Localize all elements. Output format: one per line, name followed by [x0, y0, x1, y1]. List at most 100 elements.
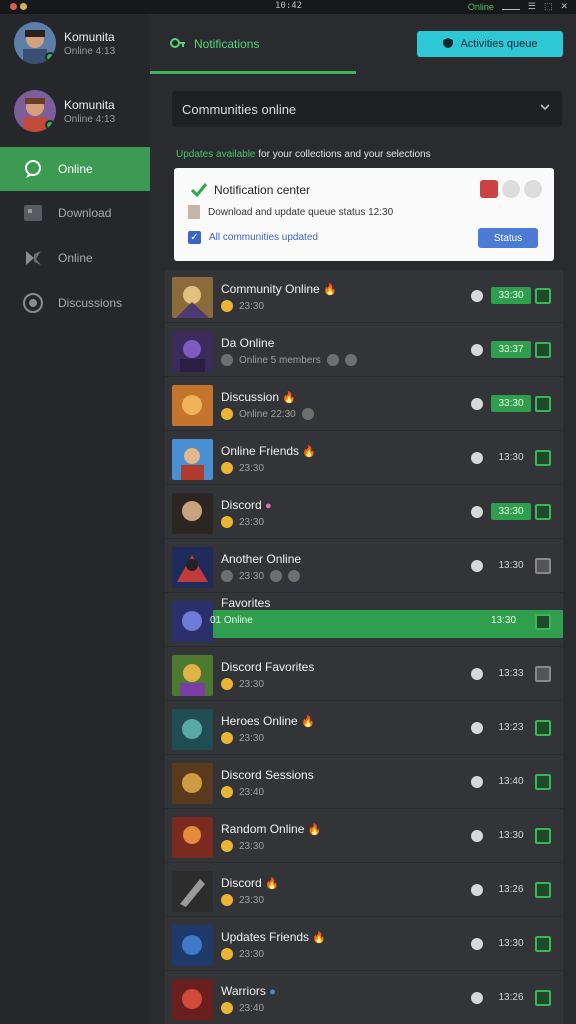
select-checkbox[interactable]: [535, 614, 551, 630]
community-sub: 23:30: [221, 516, 264, 528]
select-checkbox[interactable]: [535, 828, 551, 844]
list-item[interactable]: Random Online 🔥 23:30 13:30: [165, 810, 563, 863]
chat-icon[interactable]: [471, 830, 483, 842]
chat-icon[interactable]: [471, 938, 483, 950]
tools-icon: [22, 247, 44, 269]
card-link[interactable]: ✓ All communities updated: [188, 231, 318, 244]
sidebar-item-label: Download: [58, 206, 112, 220]
list-item[interactable]: Discord Favorites 23:30 13:33: [165, 648, 563, 701]
profile-status: Online 4:13: [64, 114, 116, 125]
chat-icon[interactable]: [471, 722, 483, 734]
lock-icon[interactable]: [524, 180, 542, 198]
fire-icon: 🔥: [302, 446, 317, 458]
community-sub: 23:40: [221, 1002, 264, 1014]
list-item[interactable]: Community Online 🔥 23:30 33:30: [165, 270, 563, 323]
member-count: 13:30: [498, 938, 524, 949]
chat-icon[interactable]: [471, 506, 483, 518]
list-item[interactable]: Online Friends 🔥 23:30 13:30: [165, 432, 563, 485]
profile-name: Komunita: [64, 98, 115, 112]
notice-text: for your collections and your selections: [258, 149, 431, 160]
community-sub: 01 Online: [210, 615, 253, 626]
minimize-dot-icon[interactable]: [20, 3, 27, 10]
select-checkbox[interactable]: [535, 558, 551, 574]
globe-icon: [22, 292, 44, 314]
user-icon[interactable]: [502, 180, 520, 198]
game-thumbnail: [172, 979, 213, 1020]
select-checkbox[interactable]: [535, 504, 551, 520]
sidebar-item-download[interactable]: Download: [0, 191, 150, 235]
card-link-text[interactable]: All communities updated: [209, 232, 318, 243]
notice-highlight: Updates available: [176, 149, 256, 160]
community-name: Warriors ●: [221, 984, 276, 998]
select-checkbox[interactable]: [535, 666, 551, 682]
chat-icon[interactable]: [471, 992, 483, 1004]
list-item[interactable]: Discord 🔥 23:30 13:26: [165, 864, 563, 917]
chat-icon[interactable]: [471, 560, 483, 572]
community-sub: 23:30: [221, 678, 264, 690]
chat-icon[interactable]: [471, 398, 483, 410]
select-checkbox[interactable]: [535, 882, 551, 898]
status-button[interactable]: Status: [478, 228, 538, 248]
fire-icon: 🔥: [323, 284, 337, 296]
community-sub: 23:30: [221, 462, 264, 474]
list-item[interactable]: Updates Friends 🔥 23:30 13:30: [165, 918, 563, 971]
select-checkbox[interactable]: [535, 396, 551, 412]
community-name: Discord Favorites: [221, 660, 315, 674]
game-thumbnail: [172, 493, 213, 534]
window-controls[interactable]: [10, 3, 27, 10]
coin-icon: [221, 1002, 233, 1014]
coin-icon: [221, 732, 233, 744]
chat-icon[interactable]: [471, 884, 483, 896]
member-count: 13:30: [498, 560, 524, 571]
community-name: Community Online 🔥: [221, 282, 337, 296]
sidebar-item-online[interactable]: Online: [0, 147, 150, 191]
sidebar-item-tools[interactable]: Online: [0, 236, 150, 280]
window-icon[interactable]: ⬚: [544, 1, 553, 12]
tab-notifications[interactable]: Notifications: [150, 14, 356, 74]
profile-card[interactable]: Komunita Online 4:13: [14, 90, 144, 134]
select-checkbox[interactable]: [535, 990, 551, 1006]
coin-icon: [221, 570, 233, 582]
community-dropdown[interactable]: Communities online: [172, 91, 562, 127]
close-icon[interactable]: ✕: [560, 1, 568, 12]
list-item[interactable]: Discussion 🔥 Online 22:30 33:30: [165, 378, 563, 431]
community-name: Discussion 🔥: [221, 390, 297, 404]
connection-status: Online: [467, 1, 494, 12]
coin-icon: [221, 786, 233, 798]
menu-icon[interactable]: ☰: [528, 1, 536, 12]
card-line-text: Download and update queue status 12:30: [208, 206, 394, 218]
list-item[interactable]: Heroes Online 🔥 23:30 13:23: [165, 702, 563, 755]
minimize-icon[interactable]: [501, 8, 520, 10]
list-item[interactable]: Discord Sessions 23:40 13:40: [165, 756, 563, 809]
coin-icon: [221, 462, 233, 474]
community-sub: 23:30: [221, 894, 264, 906]
community-list: Community Online 🔥 23:30 33:30 Da Online…: [165, 270, 563, 1024]
select-checkbox[interactable]: [535, 450, 551, 466]
activities-button[interactable]: Activities queue: [417, 31, 563, 57]
chat-icon[interactable]: [471, 668, 483, 680]
list-item-selected[interactable]: Favorites 01 Online 13:30: [165, 594, 563, 647]
close-dot-icon[interactable]: [10, 3, 17, 10]
select-checkbox[interactable]: [535, 936, 551, 952]
select-checkbox[interactable]: [535, 342, 551, 358]
select-checkbox[interactable]: [535, 288, 551, 304]
chat-icon[interactable]: [471, 290, 483, 302]
select-checkbox[interactable]: [535, 720, 551, 736]
alert-icon[interactable]: [480, 180, 498, 198]
select-checkbox[interactable]: [535, 774, 551, 790]
list-item[interactable]: Warriors ● 23:40 13:26: [165, 972, 563, 1024]
list-item[interactable]: Another Online 23:30 13:30: [165, 540, 563, 593]
community-name: Discord ●: [221, 498, 272, 512]
list-item[interactable]: Discord ● 23:30 33:30: [165, 486, 563, 539]
checkbox-icon[interactable]: ✓: [188, 231, 201, 244]
coin-icon: [221, 408, 233, 420]
list-item[interactable]: Da Online Online 5 members 33:37: [165, 324, 563, 377]
sidebar-item-label: Discussions: [58, 296, 123, 310]
chat-icon[interactable]: [471, 452, 483, 464]
profile-card[interactable]: Komunita Online 4:13: [14, 22, 144, 66]
chat-icon[interactable]: [471, 344, 483, 356]
community-sub: 23:30: [221, 732, 264, 744]
chat-icon[interactable]: [471, 776, 483, 788]
sidebar-item-discussions[interactable]: Discussions: [0, 281, 150, 325]
community-name: Updates Friends 🔥: [221, 930, 327, 944]
